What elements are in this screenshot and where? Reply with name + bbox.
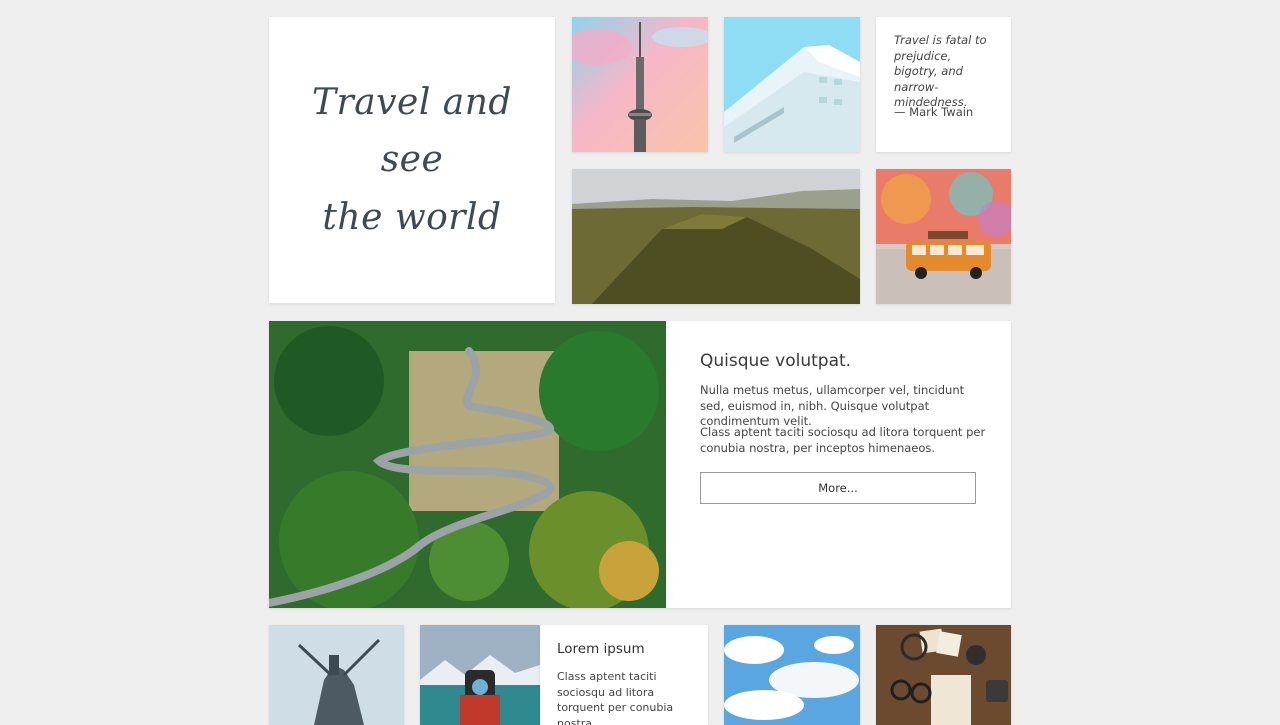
photo-travel-desk[interactable] <box>876 625 1011 725</box>
article-paragraph-2: Class aptent taciti sociosqu ad litora t… <box>700 425 986 455</box>
quote-text: Travel is fatal to prejudice, bigotry, a… <box>894 33 987 109</box>
photo-hand-camera-lake[interactable] <box>420 625 540 725</box>
more-button[interactable]: More... <box>700 472 976 504</box>
photo-forest-road-aerial[interactable] <box>269 321 666 608</box>
article-paragraph-1: Nulla metus metus, ullamcorper vel, tinc… <box>700 383 965 428</box>
photo-hill-landscape[interactable] <box>572 169 860 304</box>
lorem-text: Class aptent taciti sociosqu ad litora t… <box>557 670 674 725</box>
lorem-card: Lorem ipsum Class aptent taciti sociosqu… <box>540 625 708 725</box>
hero-title-line-1: Travel and see <box>312 81 512 181</box>
photo-clouds[interactable] <box>724 625 860 725</box>
feature-article-card: Quisque volutpat. Nulla metus metus, ull… <box>666 321 1011 608</box>
hero-title-card: Travel and see the world <box>269 17 555 303</box>
quote-author: — Mark Twain <box>894 105 974 119</box>
photo-toy-van[interactable] <box>876 169 1011 304</box>
hero-title-line-2: the world <box>322 196 502 238</box>
lorem-heading: Lorem ipsum <box>557 641 645 657</box>
photo-cn-tower[interactable] <box>572 17 708 152</box>
photo-white-building[interactable] <box>724 17 860 152</box>
article-heading: Quisque volutpat. <box>700 351 852 371</box>
photo-statue[interactable] <box>269 625 404 725</box>
hero-title: Travel and see the world <box>292 74 532 247</box>
quote-card: Travel is fatal to prejudice, bigotry, a… <box>876 17 1011 152</box>
